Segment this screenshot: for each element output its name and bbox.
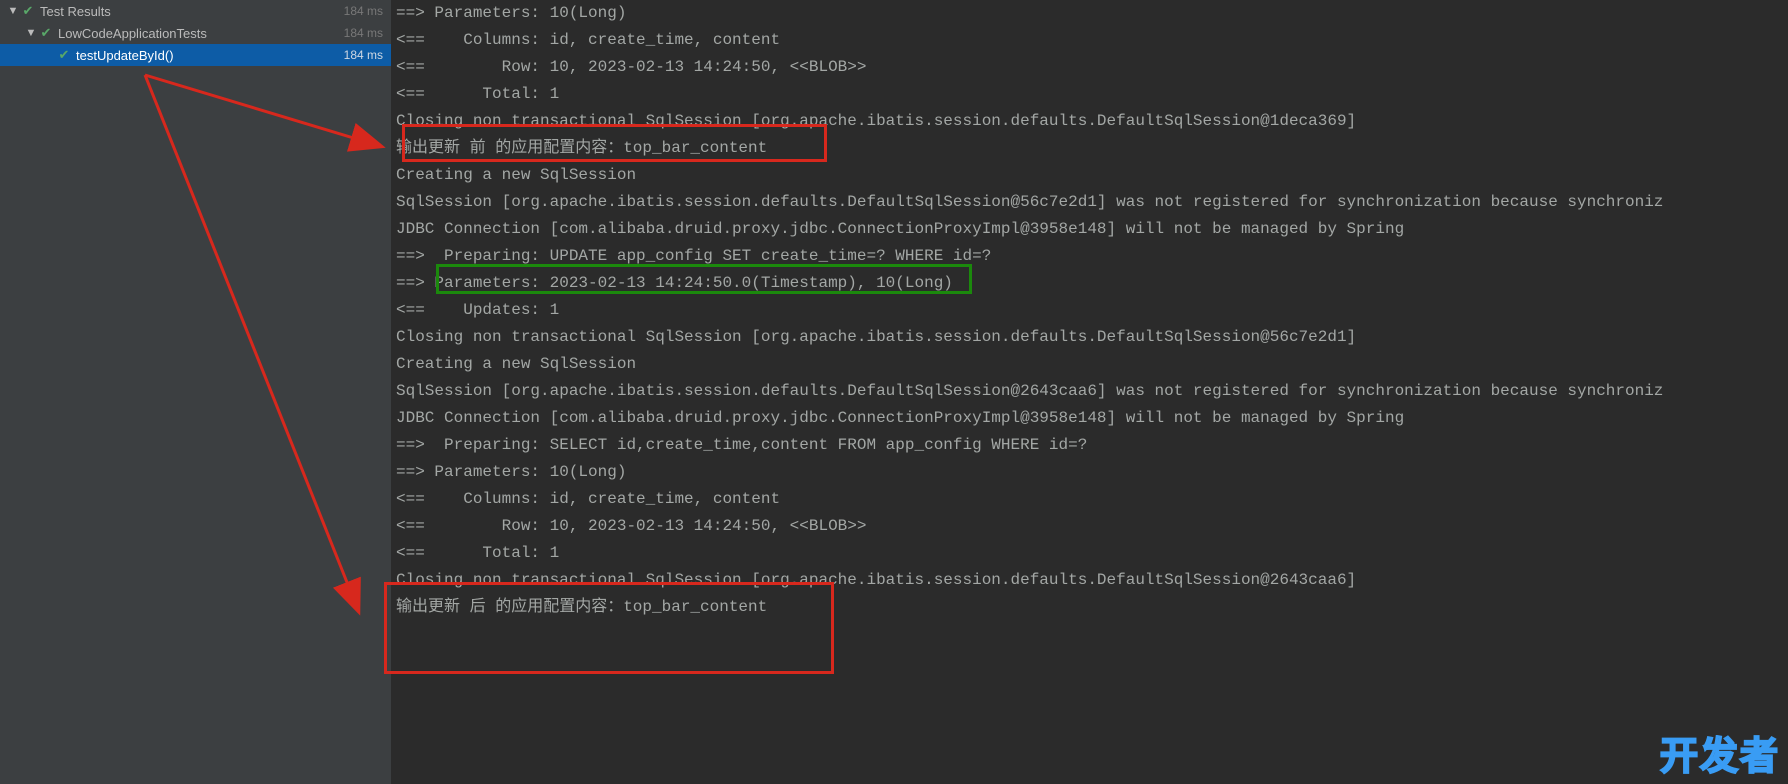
test-node-time: 184 ms xyxy=(344,4,383,18)
chevron-down-icon[interactable]: ▼ xyxy=(24,27,38,39)
console-line: <== Total: 1 xyxy=(396,81,1784,108)
console-line: ==> Parameters: 2023-02-13 14:24:50.0(Ti… xyxy=(396,270,1784,297)
console-line: SqlSession [org.apache.ibatis.session.de… xyxy=(396,189,1784,216)
watermark-text: 开发者 xyxy=(1660,725,1780,780)
console-line: <== Columns: id, create_time, content xyxy=(396,486,1784,513)
test-node-time: 184 ms xyxy=(344,48,383,62)
console-line: Creating a new SqlSession xyxy=(396,351,1784,378)
console-line: ==> Parameters: 10(Long) xyxy=(396,459,1784,486)
test-tree-root[interactable]: ▼ ✔ Test Results 184 ms xyxy=(0,0,391,22)
console-line: Closing non transactional SqlSession [or… xyxy=(396,567,1784,594)
test-tree-method[interactable]: ✔ testUpdateById() 184 ms xyxy=(0,44,391,66)
console-line: Closing non transactional SqlSession [or… xyxy=(396,324,1784,351)
test-node-label: LowCodeApplicationTests xyxy=(58,26,391,41)
test-node-time: 184 ms xyxy=(344,26,383,40)
check-icon: ✔ xyxy=(56,47,72,63)
console-line: <== Updates: 1 xyxy=(396,297,1784,324)
console-line: 输出更新 前 的应用配置内容：top_bar_content xyxy=(396,135,1784,162)
check-icon: ✔ xyxy=(38,25,54,41)
console-line: <== Row: 10, 2023-02-13 14:24:50, <<BLOB… xyxy=(396,54,1784,81)
console-line: SqlSession [org.apache.ibatis.session.de… xyxy=(396,378,1784,405)
console-line: <== Total: 1 xyxy=(396,540,1784,567)
chevron-down-icon[interactable]: ▼ xyxy=(6,5,20,17)
check-icon: ✔ xyxy=(20,3,36,19)
test-results-panel: ▼ ✔ Test Results 184 ms ▼ ✔ LowCodeAppli… xyxy=(0,0,392,784)
console-line: <== Row: 10, 2023-02-13 14:24:50, <<BLOB… xyxy=(396,513,1784,540)
console-output[interactable]: ==> Parameters: 10(Long) <== Columns: id… xyxy=(392,0,1788,784)
console-line: Creating a new SqlSession xyxy=(396,162,1784,189)
test-node-label: Test Results xyxy=(40,4,391,19)
console-line: <== Columns: id, create_time, content xyxy=(396,27,1784,54)
console-line: JDBC Connection [com.alibaba.druid.proxy… xyxy=(396,216,1784,243)
console-line: JDBC Connection [com.alibaba.druid.proxy… xyxy=(396,405,1784,432)
test-tree-class[interactable]: ▼ ✔ LowCodeApplicationTests 184 ms xyxy=(0,22,391,44)
console-line: ==> Parameters: 10(Long) xyxy=(396,0,1784,27)
console-line: ==> Preparing: UPDATE app_config SET cre… xyxy=(396,243,1784,270)
console-line: Closing non transactional SqlSession [or… xyxy=(396,108,1784,135)
console-line: 输出更新 后 的应用配置内容：top_bar_content xyxy=(396,594,1784,621)
console-line: ==> Preparing: SELECT id,create_time,con… xyxy=(396,432,1784,459)
